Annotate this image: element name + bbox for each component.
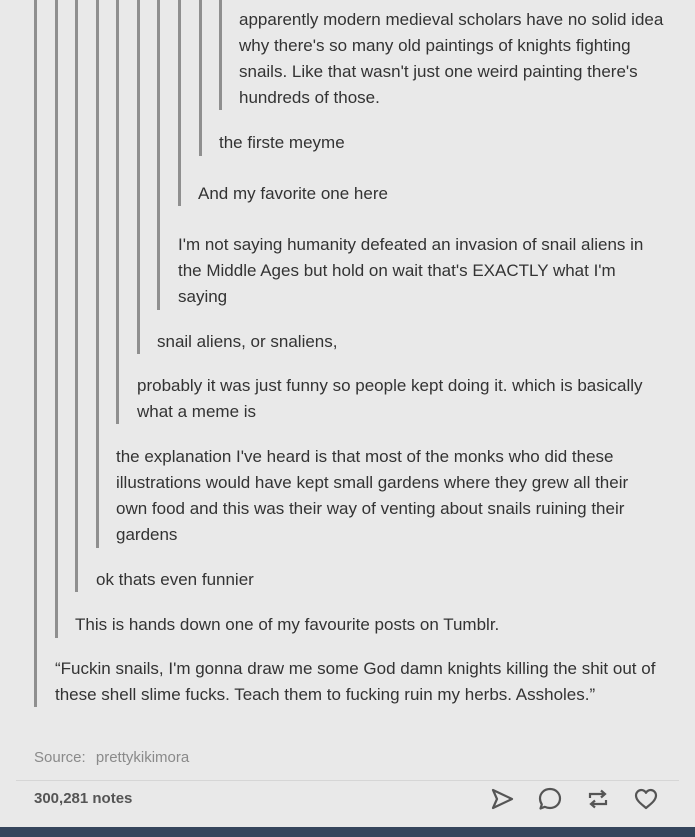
source-label: Source:	[34, 749, 86, 766]
post-source: Source: prettykikimora	[34, 749, 189, 766]
reblog-comment: the explanation I've heard is that most …	[116, 447, 629, 544]
thread-indent-line	[116, 0, 119, 424]
notes-count[interactable]: 300,281 notes	[34, 790, 132, 807]
reblog-comment: probably it was just funny so people kep…	[137, 376, 643, 421]
thread-indent-line	[178, 0, 181, 206]
thread-indent-line	[219, 0, 222, 110]
source-link[interactable]: prettykikimora	[96, 749, 189, 766]
tumblr-post-card: apparently modern medieval scholars have…	[0, 0, 695, 827]
footer-divider	[16, 780, 679, 781]
thread-indent-line	[137, 0, 140, 354]
thread-indent-line	[75, 0, 78, 592]
share-arrow-icon[interactable]	[489, 786, 515, 812]
reblog-comment: And my favorite one here	[198, 184, 388, 203]
reblog-icon[interactable]	[585, 786, 611, 812]
thread-indent-line	[55, 0, 58, 638]
reblog-comment: ok thats even funnier	[96, 570, 254, 589]
thread-indent-line	[96, 0, 99, 548]
reblog-comment: the firste meyme	[219, 133, 345, 152]
post-actions	[489, 786, 659, 812]
thread-indent-line	[34, 0, 37, 707]
heart-icon[interactable]	[633, 786, 659, 812]
reblog-comment: This is hands down one of my favourite p…	[75, 615, 500, 634]
reply-bubble-icon[interactable]	[537, 786, 563, 812]
reblog-comment: snail aliens, or snaliens,	[157, 332, 338, 351]
reblog-comment: apparently modern medieval scholars have…	[239, 10, 664, 107]
reblog-comment: “Fuckin snails, I'm gonna draw me some G…	[55, 659, 656, 704]
reblog-comment: I'm not saying humanity defeated an inva…	[178, 235, 644, 306]
thread-indent-line	[199, 0, 202, 156]
thread-indent-line	[157, 0, 160, 310]
